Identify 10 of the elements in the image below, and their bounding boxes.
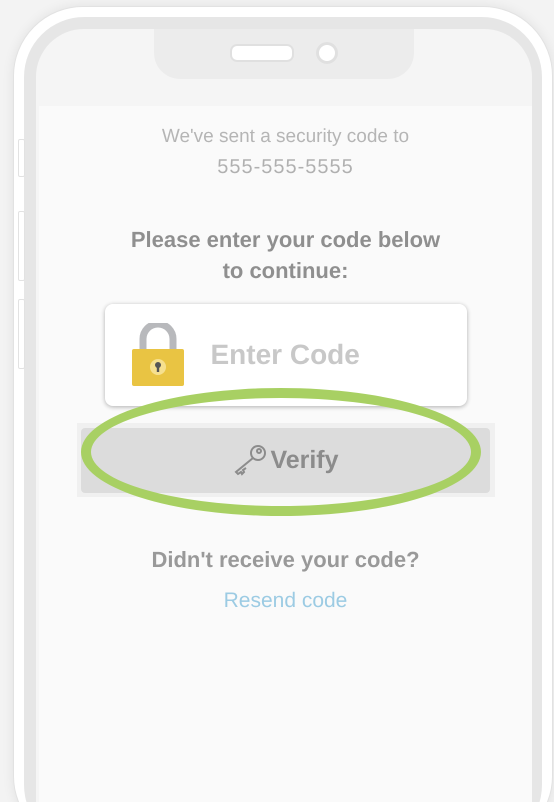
key-icon bbox=[232, 444, 268, 476]
speaker-icon bbox=[230, 44, 294, 62]
prompt-text: Please enter your code below bbox=[130, 226, 440, 254]
padlock-icon bbox=[130, 323, 184, 387]
resend-question: Didn't receive your code? bbox=[151, 547, 420, 573]
resend-link[interactable]: Resend code bbox=[224, 589, 348, 613]
prompt-text: to continue: bbox=[222, 257, 348, 285]
phone-number: 555-555-5555 bbox=[217, 155, 354, 180]
sent-message: We've sent a security code to bbox=[162, 125, 410, 149]
camera-icon bbox=[316, 42, 338, 64]
